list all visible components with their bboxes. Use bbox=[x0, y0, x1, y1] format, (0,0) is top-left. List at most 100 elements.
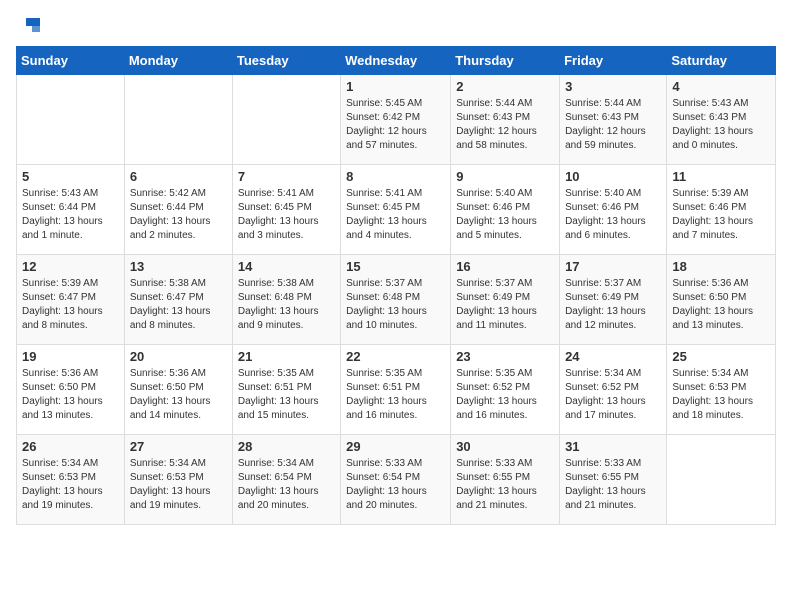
calendar-cell: 9 Sunrise: 5:40 AM Sunset: 6:46 PM Daylig… bbox=[451, 165, 560, 255]
day-info: Sunrise: 5:35 AM Sunset: 6:51 PM Dayligh… bbox=[238, 367, 335, 423]
day-info: Sunrise: 5:34 AM Sunset: 6:52 PM Dayligh… bbox=[565, 367, 661, 423]
day-number: 8 bbox=[346, 169, 445, 184]
day-number: 28 bbox=[238, 439, 335, 454]
day-number: 27 bbox=[130, 439, 227, 454]
calendar-cell: 26Sunrise: 5:34 AM Sunset: 6:53 PM Dayli… bbox=[17, 435, 125, 525]
calendar-cell bbox=[124, 75, 232, 165]
calendar-cell: 1 Sunrise: 5:45 AM Sunset: 6:42 PM Daylig… bbox=[341, 75, 451, 165]
calendar-cell: 27 Sunrise: 5:34 AM Sunset: 6:53 PM Dayli… bbox=[124, 435, 232, 525]
calendar-cell: 15 Sunrise: 5:37 AM Sunset: 6:48 PM Dayli… bbox=[341, 255, 451, 345]
day-info: Sunrise: 5:41 AM Sunset: 6:45 PM Dayligh… bbox=[238, 187, 335, 243]
day-number: 1 bbox=[346, 79, 445, 94]
calendar-week-row: 1 Sunrise: 5:45 AM Sunset: 6:42 PM Daylig… bbox=[17, 75, 776, 165]
calendar-cell: 19 Sunrise: 5:36 AM Sunset: 6:50 PM Dayli… bbox=[17, 345, 125, 435]
calendar-cell: 13 Sunrise: 5:38 AM Sunset: 6:47 PM Dayli… bbox=[124, 255, 232, 345]
logo-icon bbox=[18, 16, 42, 34]
calendar-cell: 2Sunrise: 5:44 AM Sunset: 6:43 PM Daylig… bbox=[451, 75, 560, 165]
day-number: 6 bbox=[130, 169, 227, 184]
calendar-week-row: 5 Sunrise: 5:43 AM Sunset: 6:44 PM Daylig… bbox=[17, 165, 776, 255]
day-info: Sunrise: 5:37 AM Sunset: 6:48 PM Dayligh… bbox=[346, 277, 445, 333]
day-info: Sunrise: 5:38 AM Sunset: 6:47 PM Dayligh… bbox=[130, 277, 227, 333]
day-number: 17 bbox=[565, 259, 661, 274]
day-number: 16 bbox=[456, 259, 554, 274]
day-info: Sunrise: 5:37 AM Sunset: 6:49 PM Dayligh… bbox=[565, 277, 661, 333]
calendar-cell: 7 Sunrise: 5:41 AM Sunset: 6:45 PM Daylig… bbox=[232, 165, 340, 255]
day-info: Sunrise: 5:38 AM Sunset: 6:48 PM Dayligh… bbox=[238, 277, 335, 333]
day-number: 29 bbox=[346, 439, 445, 454]
column-header-thursday: Thursday bbox=[451, 47, 560, 75]
day-number: 18 bbox=[672, 259, 770, 274]
calendar-cell: 24 Sunrise: 5:34 AM Sunset: 6:52 PM Dayli… bbox=[560, 345, 667, 435]
day-info: Sunrise: 5:34 AM Sunset: 6:53 PM Dayligh… bbox=[130, 457, 227, 513]
calendar-cell: 5 Sunrise: 5:43 AM Sunset: 6:44 PM Daylig… bbox=[17, 165, 125, 255]
day-number: 26 bbox=[22, 439, 119, 454]
calendar-week-row: 19 Sunrise: 5:36 AM Sunset: 6:50 PM Dayli… bbox=[17, 345, 776, 435]
day-info: Sunrise: 5:33 AM Sunset: 6:54 PM Dayligh… bbox=[346, 457, 445, 513]
day-number: 4 bbox=[672, 79, 770, 94]
calendar-cell bbox=[17, 75, 125, 165]
day-info: Sunrise: 5:36 AM Sunset: 6:50 PM Dayligh… bbox=[672, 277, 770, 333]
calendar-cell: 17 Sunrise: 5:37 AM Sunset: 6:49 PM Dayli… bbox=[560, 255, 667, 345]
day-info: Sunrise: 5:34 AM Sunset: 6:54 PM Dayligh… bbox=[238, 457, 335, 513]
day-number: 7 bbox=[238, 169, 335, 184]
day-info: Sunrise: 5:40 AM Sunset: 6:46 PM Dayligh… bbox=[565, 187, 661, 243]
day-info: Sunrise: 5:44 AM Sunset: 6:43 PM Dayligh… bbox=[565, 97, 661, 153]
day-info: Sunrise: 5:37 AM Sunset: 6:49 PM Dayligh… bbox=[456, 277, 554, 333]
day-number: 23 bbox=[456, 349, 554, 364]
day-number: 9 bbox=[456, 169, 554, 184]
column-header-saturday: Saturday bbox=[667, 47, 776, 75]
calendar-cell: 29 Sunrise: 5:33 AM Sunset: 6:54 PM Dayli… bbox=[341, 435, 451, 525]
calendar-cell: 8 Sunrise: 5:41 AM Sunset: 6:45 PM Daylig… bbox=[341, 165, 451, 255]
day-number: 13 bbox=[130, 259, 227, 274]
day-number: 31 bbox=[565, 439, 661, 454]
day-info: Sunrise: 5:45 AM Sunset: 6:42 PM Dayligh… bbox=[346, 97, 445, 153]
day-info: Sunrise: 5:39 AM Sunset: 6:47 PM Dayligh… bbox=[22, 277, 119, 333]
day-number: 12 bbox=[22, 259, 119, 274]
day-info: Sunrise: 5:39 AM Sunset: 6:46 PM Dayligh… bbox=[672, 187, 770, 243]
day-number: 21 bbox=[238, 349, 335, 364]
day-info: Sunrise: 5:33 AM Sunset: 6:55 PM Dayligh… bbox=[565, 457, 661, 513]
calendar-table: SundayMondayTuesdayWednesdayThursdayFrid… bbox=[16, 46, 776, 525]
calendar-cell: 10 Sunrise: 5:40 AM Sunset: 6:46 PM Dayli… bbox=[560, 165, 667, 255]
calendar-cell bbox=[232, 75, 340, 165]
day-number: 30 bbox=[456, 439, 554, 454]
day-info: Sunrise: 5:43 AM Sunset: 6:43 PM Dayligh… bbox=[672, 97, 770, 153]
calendar-cell: 16 Sunrise: 5:37 AM Sunset: 6:49 PM Dayli… bbox=[451, 255, 560, 345]
column-header-friday: Friday bbox=[560, 47, 667, 75]
day-info: Sunrise: 5:40 AM Sunset: 6:46 PM Dayligh… bbox=[456, 187, 554, 243]
calendar-cell: 4 Sunrise: 5:43 AM Sunset: 6:43 PM Daylig… bbox=[667, 75, 776, 165]
column-header-wednesday: Wednesday bbox=[341, 47, 451, 75]
calendar-cell: 21 Sunrise: 5:35 AM Sunset: 6:51 PM Dayli… bbox=[232, 345, 340, 435]
column-header-sunday: Sunday bbox=[17, 47, 125, 75]
day-number: 15 bbox=[346, 259, 445, 274]
calendar-cell: 31 Sunrise: 5:33 AM Sunset: 6:55 PM Dayli… bbox=[560, 435, 667, 525]
day-info: Sunrise: 5:36 AM Sunset: 6:50 PM Dayligh… bbox=[130, 367, 227, 423]
calendar-cell: 12 Sunrise: 5:39 AM Sunset: 6:47 PM Dayli… bbox=[17, 255, 125, 345]
calendar-cell: 11Sunrise: 5:39 AM Sunset: 6:46 PM Dayli… bbox=[667, 165, 776, 255]
calendar-cell: 18 Sunrise: 5:36 AM Sunset: 6:50 PM Dayli… bbox=[667, 255, 776, 345]
day-info: Sunrise: 5:35 AM Sunset: 6:51 PM Dayligh… bbox=[346, 367, 445, 423]
day-number: 19 bbox=[22, 349, 119, 364]
day-number: 24 bbox=[565, 349, 661, 364]
day-info: Sunrise: 5:41 AM Sunset: 6:45 PM Dayligh… bbox=[346, 187, 445, 243]
day-info: Sunrise: 5:42 AM Sunset: 6:44 PM Dayligh… bbox=[130, 187, 227, 243]
calendar-cell: 3Sunrise: 5:44 AM Sunset: 6:43 PM Daylig… bbox=[560, 75, 667, 165]
day-number: 22 bbox=[346, 349, 445, 364]
calendar-week-row: 26 Sunrise: 5:34 AM Sunset: 6:53 PM Dayli… bbox=[17, 435, 776, 525]
calendar-cell: 20Sunrise: 5:36 AM Sunset: 6:50 PM Dayli… bbox=[124, 345, 232, 435]
day-info: Sunrise: 5:33 AM Sunset: 6:55 PM Dayligh… bbox=[456, 457, 554, 513]
calendar-cell: 28 Sunrise: 5:34 AM Sunset: 6:54 PM Dayli… bbox=[232, 435, 340, 525]
calendar-week-row: 12 Sunrise: 5:39 AM Sunset: 6:47 PM Dayli… bbox=[17, 255, 776, 345]
day-info: Sunrise: 5:43 AM Sunset: 6:44 PM Dayligh… bbox=[22, 187, 119, 243]
day-number: 5 bbox=[22, 169, 119, 184]
day-info: Sunrise: 5:36 AM Sunset: 6:50 PM Dayligh… bbox=[22, 367, 119, 423]
calendar-cell: 6 Sunrise: 5:42 AM Sunset: 6:44 PM Daylig… bbox=[124, 165, 232, 255]
day-info: Sunrise: 5:44 AM Sunset: 6:43 PM Dayligh… bbox=[456, 97, 554, 153]
day-number: 10 bbox=[565, 169, 661, 184]
calendar-cell: 30 Sunrise: 5:33 AM Sunset: 6:55 PM Dayli… bbox=[451, 435, 560, 525]
day-number: 25 bbox=[672, 349, 770, 364]
page-header bbox=[16, 16, 776, 34]
column-header-tuesday: Tuesday bbox=[232, 47, 340, 75]
column-header-monday: Monday bbox=[124, 47, 232, 75]
logo bbox=[16, 16, 42, 34]
